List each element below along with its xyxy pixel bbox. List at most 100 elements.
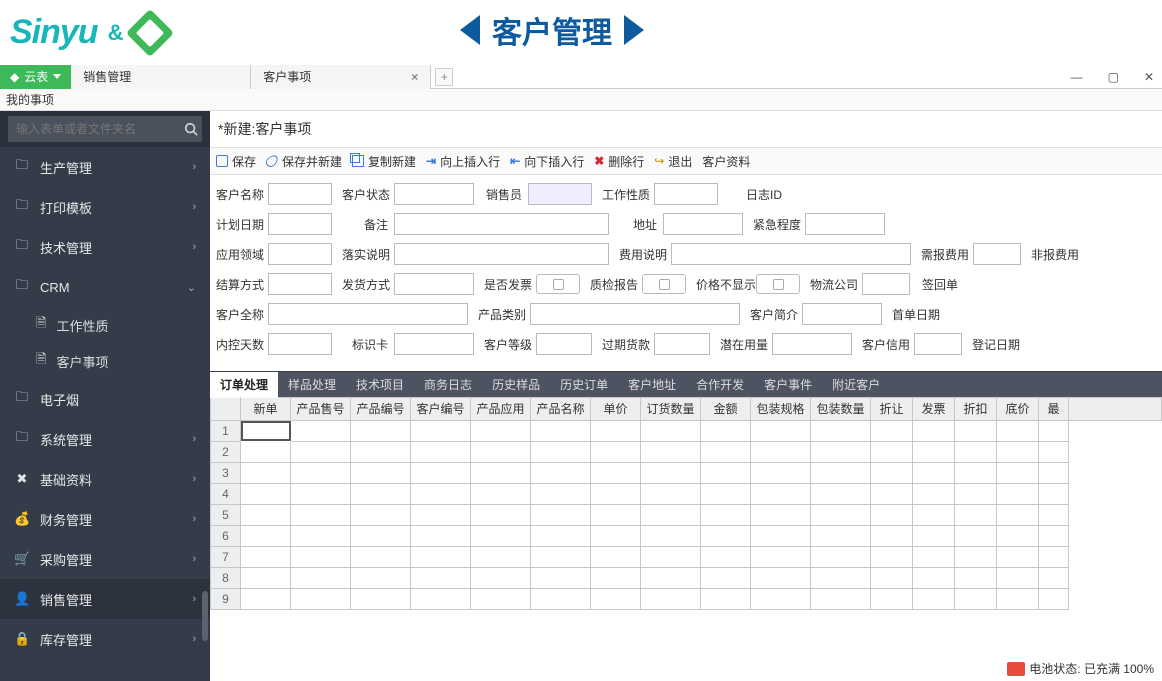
grid-cell[interactable] <box>241 568 291 589</box>
search-input[interactable] <box>8 116 179 142</box>
input-customer-status[interactable] <box>394 183 474 205</box>
grid-cell[interactable] <box>751 484 811 505</box>
grid-cell[interactable] <box>811 547 871 568</box>
input-product-cat[interactable] <box>530 303 740 325</box>
grid-cell[interactable] <box>351 505 411 526</box>
grid-cell[interactable] <box>751 463 811 484</box>
grid-cell[interactable] <box>241 547 291 568</box>
grid-column-header[interactable]: 折让 <box>871 397 913 421</box>
grid-cell[interactable] <box>955 526 997 547</box>
grid-cell[interactable] <box>351 463 411 484</box>
grid-cell[interactable] <box>641 589 701 610</box>
grid-cell[interactable] <box>913 484 955 505</box>
sidebar-item[interactable]: 🗀生产管理› <box>0 147 210 187</box>
grid-cell[interactable] <box>471 463 531 484</box>
input-id-card[interactable] <box>394 333 474 355</box>
grid-cell[interactable] <box>471 442 531 463</box>
sidebar-item[interactable]: 🔒库存管理› <box>0 619 210 659</box>
grid-cell[interactable] <box>411 421 471 442</box>
grid-cell[interactable] <box>641 568 701 589</box>
grid-cell[interactable] <box>955 505 997 526</box>
grid-cell[interactable] <box>1039 568 1069 589</box>
sidebar-item[interactable]: 👤销售管理› <box>0 579 210 619</box>
grid-cell[interactable] <box>1039 463 1069 484</box>
sub-tab[interactable]: 历史样品 <box>482 372 550 398</box>
grid-cell[interactable] <box>531 589 591 610</box>
sub-tab[interactable]: 合作开发 <box>686 372 754 398</box>
grid-cell[interactable] <box>811 484 871 505</box>
row-number[interactable]: 8 <box>211 568 241 589</box>
input-remark[interactable] <box>394 213 609 235</box>
grid-column-header[interactable]: 客户编号 <box>411 397 471 421</box>
grid-cell[interactable] <box>913 589 955 610</box>
input-plan-date[interactable] <box>268 213 332 235</box>
input-fee-desc[interactable] <box>671 243 911 265</box>
grid-column-header[interactable]: 金额 <box>701 397 751 421</box>
grid-cell[interactable] <box>291 589 351 610</box>
sidebar-item[interactable]: 🗀CRM⌄ <box>0 267 210 307</box>
grid-cell[interactable] <box>871 547 913 568</box>
grid-cell[interactable] <box>1039 484 1069 505</box>
copy-new-button[interactable]: 复制新建 <box>352 153 416 170</box>
grid-cell[interactable] <box>1039 589 1069 610</box>
insert-row-below-button[interactable]: ⇤向下插入行 <box>510 153 584 170</box>
input-address[interactable] <box>663 213 743 235</box>
grid-cell[interactable] <box>811 505 871 526</box>
grid-cell[interactable] <box>997 463 1039 484</box>
grid-cell[interactable] <box>871 484 913 505</box>
grid-cell[interactable] <box>641 547 701 568</box>
grid-cell[interactable] <box>751 589 811 610</box>
grid-cell[interactable] <box>701 442 751 463</box>
sub-tab[interactable]: 样品处理 <box>278 372 346 398</box>
grid-cell[interactable] <box>955 463 997 484</box>
grid-cell[interactable] <box>471 568 531 589</box>
grid-cell[interactable] <box>871 568 913 589</box>
cloud-table-tab[interactable]: ◆ 云表 <box>0 65 71 89</box>
grid-cell[interactable] <box>997 568 1039 589</box>
row-number[interactable]: 5 <box>211 505 241 526</box>
row-number[interactable]: 6 <box>211 526 241 547</box>
new-tab-button[interactable]: + <box>435 68 453 86</box>
grid-cell[interactable] <box>291 526 351 547</box>
customer-info-link[interactable]: 客户资料 <box>702 153 750 170</box>
grid-cell[interactable] <box>955 442 997 463</box>
grid-cell[interactable] <box>811 463 871 484</box>
grid-cell[interactable] <box>591 505 641 526</box>
grid-cell[interactable] <box>701 547 751 568</box>
input-customer-name[interactable] <box>268 183 332 205</box>
sub-tab[interactable]: 技术项目 <box>346 372 414 398</box>
grid-cell[interactable] <box>591 568 641 589</box>
grid-cell[interactable] <box>641 505 701 526</box>
grid-cell[interactable] <box>701 505 751 526</box>
sub-tab[interactable]: 附近客户 <box>822 372 890 398</box>
input-potential[interactable] <box>772 333 852 355</box>
grid-cell[interactable] <box>913 463 955 484</box>
insert-row-above-button[interactable]: ⇥向上插入行 <box>426 153 500 170</box>
grid-cell[interactable] <box>871 526 913 547</box>
grid-cell[interactable] <box>471 526 531 547</box>
close-tab-icon[interactable]: × <box>411 65 418 89</box>
grid-cell[interactable] <box>411 484 471 505</box>
grid-cell[interactable] <box>591 421 641 442</box>
sidebar-item[interactable]: 🗀技术管理› <box>0 227 210 267</box>
grid-cell[interactable] <box>811 568 871 589</box>
grid-cell[interactable] <box>531 484 591 505</box>
delete-row-button[interactable]: ✖删除行 <box>594 153 644 170</box>
checkbox-hide-price[interactable] <box>756 274 800 294</box>
grid-cell[interactable] <box>471 484 531 505</box>
grid-cell[interactable] <box>811 589 871 610</box>
grid-cell[interactable] <box>997 547 1039 568</box>
grid-cell[interactable] <box>241 589 291 610</box>
active-cell[interactable] <box>241 421 291 441</box>
grid-cell[interactable] <box>351 589 411 610</box>
grid-cell[interactable] <box>531 442 591 463</box>
row-number[interactable]: 4 <box>211 484 241 505</box>
exit-button[interactable]: ↪退出 <box>654 153 692 170</box>
grid-cell[interactable] <box>701 568 751 589</box>
grid-cell[interactable] <box>1039 547 1069 568</box>
grid-cell[interactable] <box>701 421 751 442</box>
input-app-domain[interactable] <box>268 243 332 265</box>
grid-cell[interactable] <box>351 484 411 505</box>
grid-cell[interactable] <box>641 484 701 505</box>
input-cust-fullname[interactable] <box>268 303 468 325</box>
